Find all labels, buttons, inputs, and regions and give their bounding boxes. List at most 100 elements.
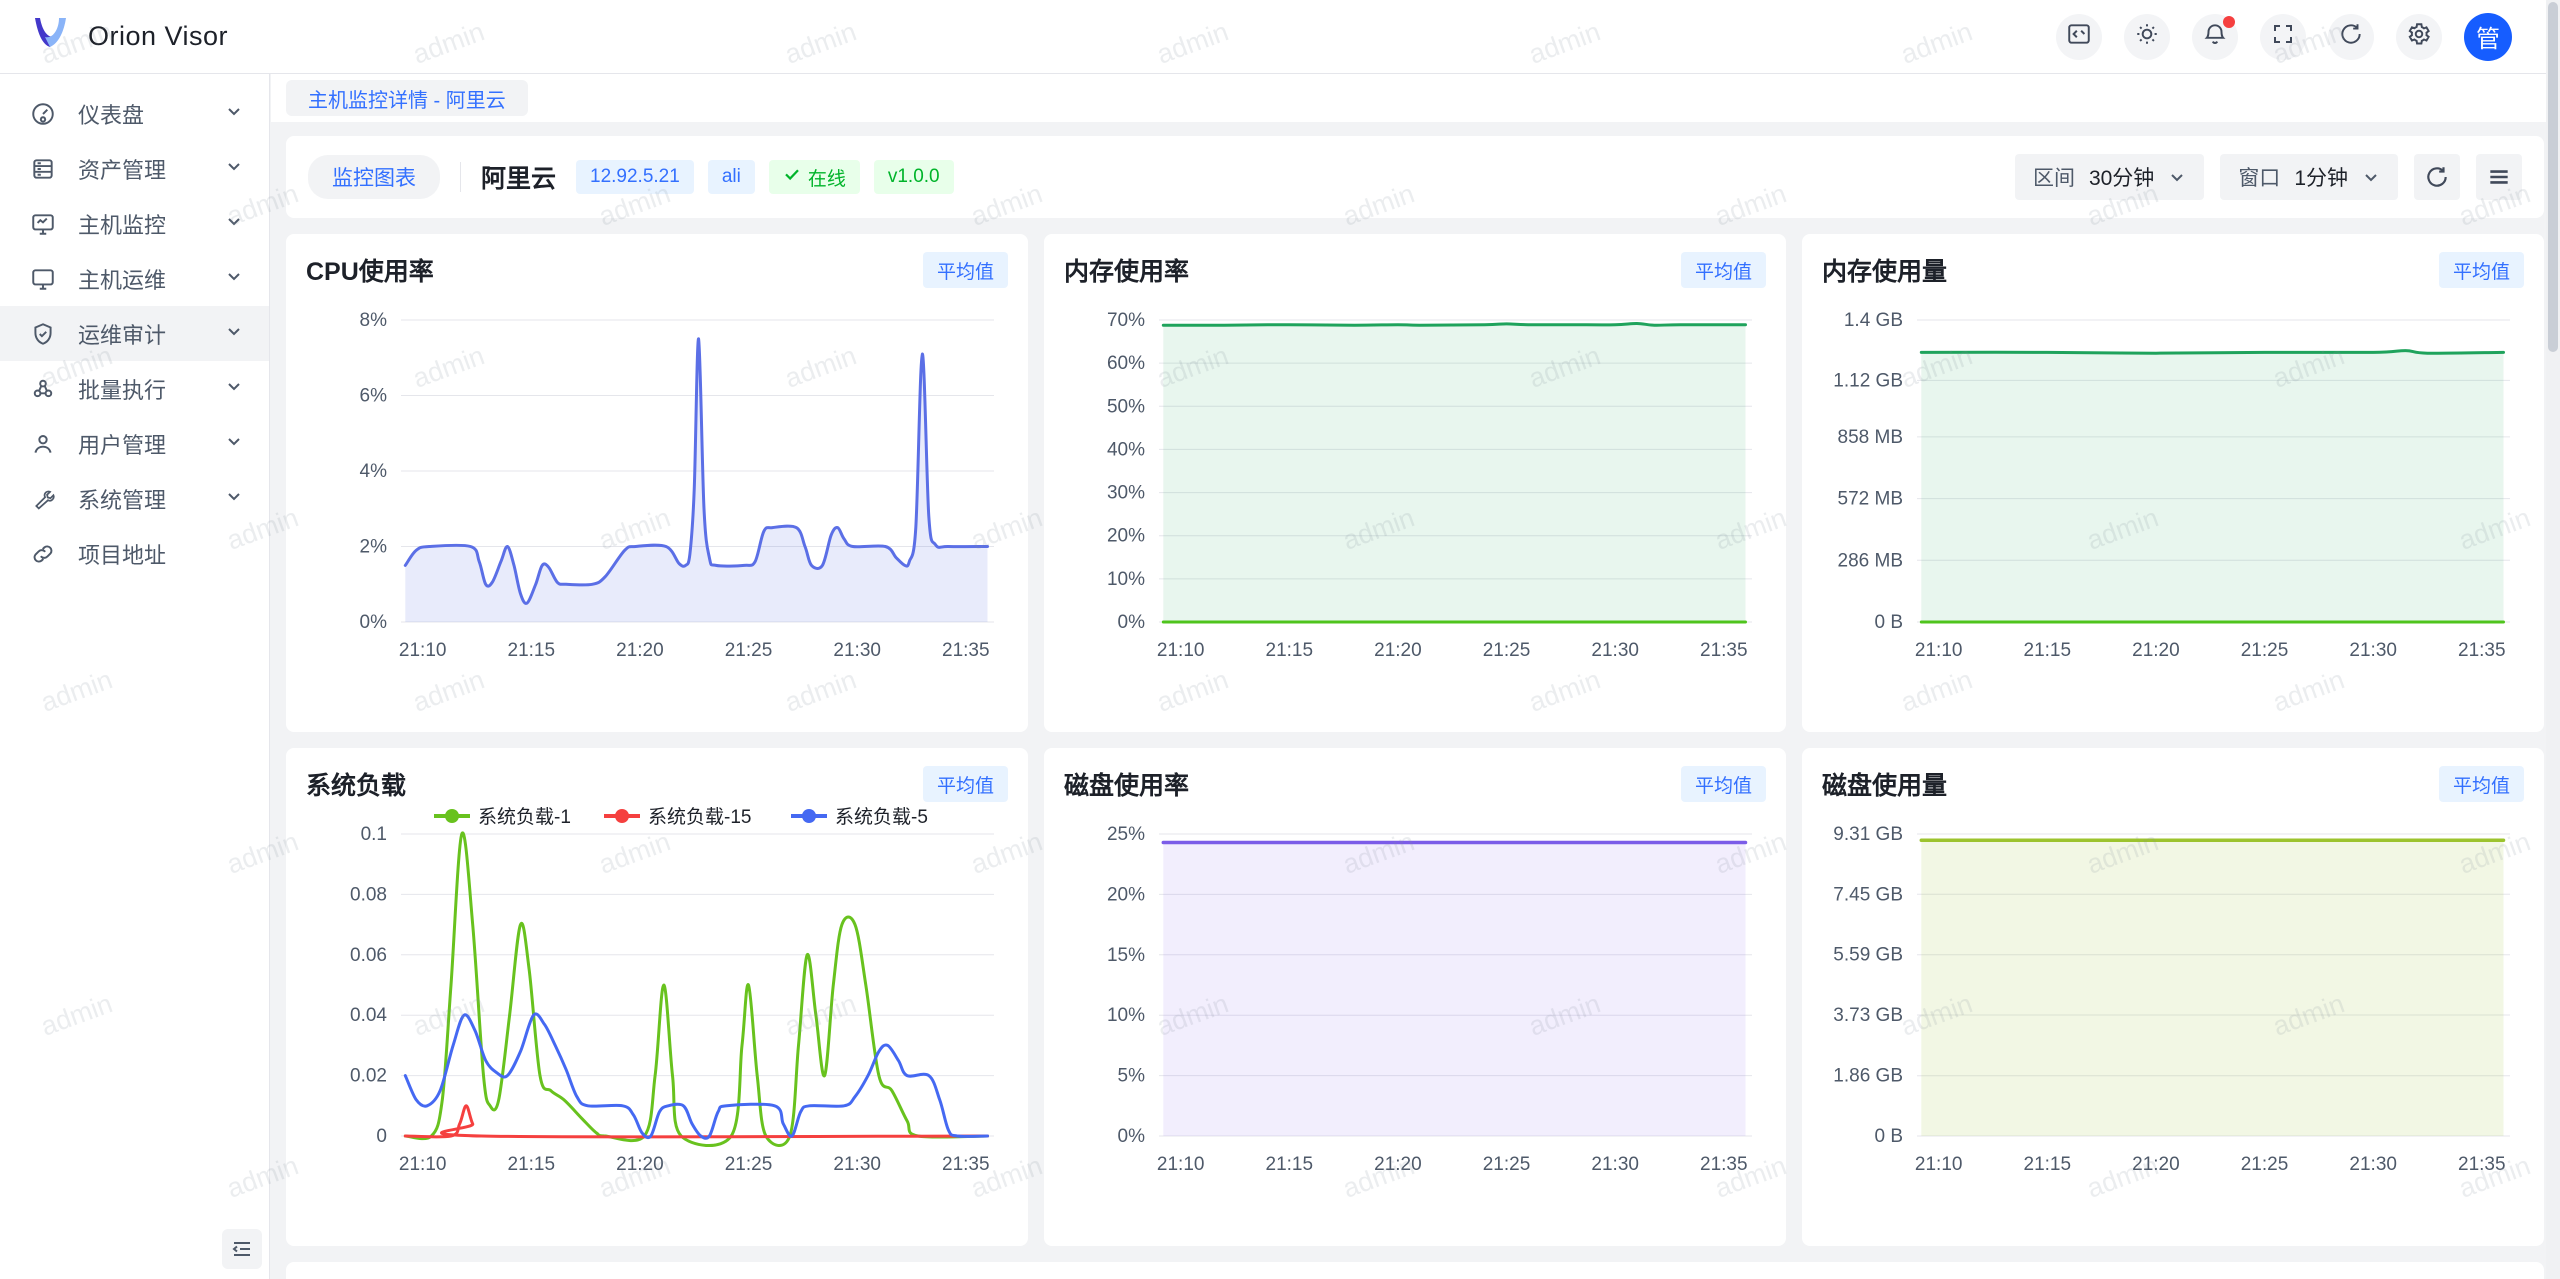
host-tag: 在线 — [769, 160, 860, 194]
svg-text:21:15: 21:15 — [1266, 640, 1314, 661]
notifications-bell-button[interactable] — [2192, 14, 2238, 60]
average-badge[interactable]: 平均值 — [1681, 766, 1766, 802]
svg-text:7.45 GB: 7.45 GB — [1833, 884, 1903, 905]
average-badge[interactable]: 平均值 — [923, 252, 1008, 288]
svg-text:50%: 50% — [1107, 396, 1145, 417]
sidebar-item-资产管理[interactable]: 资产管理 — [0, 141, 269, 196]
sidebar-item-批量执行[interactable]: 批量执行 — [0, 361, 269, 416]
window-select-value: 1分钟 — [2294, 162, 2348, 192]
sidebar-item-主机运维[interactable]: 主机运维 — [0, 251, 269, 306]
tab-monitor-charts[interactable]: 监控图表 — [308, 155, 440, 199]
window-select[interactable]: 窗口 1分钟 — [2220, 154, 2398, 200]
svg-text:21:25: 21:25 — [1483, 640, 1531, 661]
sidebar-item-label: 批量执行 — [78, 373, 225, 405]
sidebar-item-label: 项目地址 — [78, 538, 243, 570]
chart-card-内存使用量: 内存使用量 平均值0 B286 MB572 MB858 MB1.12 GB1.4 … — [1802, 234, 2544, 732]
scrollbar-thumb[interactable] — [2548, 2, 2558, 352]
svg-text:21:25: 21:25 — [1483, 1154, 1531, 1175]
code-button[interactable] — [2056, 14, 2102, 60]
sidebar-item-系统管理[interactable]: 系统管理 — [0, 471, 269, 526]
svg-text:5.59 GB: 5.59 GB — [1833, 945, 1903, 966]
svg-text:21:15: 21:15 — [1266, 1154, 1314, 1175]
chevron-down-icon — [225, 212, 243, 235]
svg-text:21:25: 21:25 — [725, 640, 773, 661]
refresh-charts-button[interactable] — [2414, 154, 2460, 200]
chart-card-内存使用率: 内存使用率平均值0%10%20%30%40%50%60%70%21:1021:1… — [1044, 234, 1786, 732]
settings-gear-button[interactable] — [2396, 14, 2442, 60]
svg-text:21:30: 21:30 — [833, 1154, 881, 1175]
range-select-value: 30分钟 — [2089, 162, 2154, 192]
vertical-scrollbar[interactable] — [2546, 0, 2560, 1279]
svg-text:60%: 60% — [1107, 353, 1145, 374]
chevron-down-icon — [2362, 168, 2380, 186]
sidebar-item-label: 用户管理 — [78, 428, 225, 460]
user-icon — [30, 429, 60, 459]
range-select[interactable]: 区间 30分钟 — [2015, 154, 2204, 200]
svg-text:572 MB: 572 MB — [1838, 489, 1903, 510]
breadcrumb[interactable]: 主机监控详情 - 阿里云 — [286, 80, 528, 116]
chart-plot[interactable]: 00.020.040.060.080.121:1021:1521:2021:25… — [306, 804, 1008, 1202]
svg-text:10%: 10% — [1107, 569, 1145, 590]
svg-text:21:20: 21:20 — [2132, 1154, 2180, 1175]
refresh-icon — [2424, 164, 2450, 190]
chart-title: 磁盘使用量 — [1822, 766, 1947, 802]
next-row-card-stub — [286, 1262, 2544, 1279]
host-tag: ali — [708, 160, 755, 194]
refresh-button[interactable] — [2328, 14, 2374, 60]
svg-text:21:15: 21:15 — [508, 640, 556, 661]
sidebar-item-label: 主机运维 — [78, 263, 225, 295]
svg-text:20%: 20% — [1107, 884, 1145, 905]
legend-item[interactable]: 系统负载-5 — [791, 806, 928, 828]
average-badge[interactable]: 平均值 — [923, 766, 1008, 802]
svg-text:21:35: 21:35 — [942, 1154, 990, 1175]
sidebar: 仪表盘资产管理主机监控主机运维运维审计批量执行用户管理系统管理项目地址 — [0, 74, 270, 1279]
chart-plot[interactable]: 0 B286 MB572 MB858 MB1.12 GB1.4 GB21:102… — [1822, 290, 2524, 688]
dashboard-gauge-icon — [30, 99, 60, 129]
chart-plot[interactable]: 0%2%4%6%8%21:1021:1521:2021:2521:3021:35 — [306, 290, 1008, 688]
sidebar-item-运维审计[interactable]: 运维审计 — [0, 306, 269, 361]
theme-sun-button[interactable] — [2124, 14, 2170, 60]
sidebar-item-仪表盘[interactable]: 仪表盘 — [0, 86, 269, 141]
divider — [460, 162, 461, 192]
host-ops-icon — [30, 264, 60, 294]
average-badge[interactable]: 平均值 — [2439, 766, 2524, 802]
svg-text:21:30: 21:30 — [2349, 1154, 2397, 1175]
svg-text:21:35: 21:35 — [2458, 1154, 2506, 1175]
range-select-label: 区间 — [2033, 162, 2075, 192]
legend-item[interactable]: 系统负载-15 — [604, 806, 751, 828]
chart-plot[interactable]: 0%10%20%30%40%50%60%70%21:1021:1521:2021… — [1064, 290, 1766, 688]
svg-text:21:20: 21:20 — [1374, 1154, 1422, 1175]
sidebar-collapse-button[interactable] — [222, 1229, 262, 1269]
svg-text:21:35: 21:35 — [1700, 640, 1748, 661]
svg-text:70%: 70% — [1107, 310, 1145, 331]
sidebar-item-label: 主机监控 — [78, 208, 225, 240]
app-logo — [28, 13, 74, 60]
average-badge[interactable]: 平均值 — [2439, 252, 2524, 288]
chart-plot[interactable]: 0 B1.86 GB3.73 GB5.59 GB7.45 GB9.31 GB21… — [1822, 804, 2524, 1202]
average-badge[interactable]: 平均值 — [1681, 252, 1766, 288]
user-avatar[interactable]: 管 — [2464, 13, 2512, 61]
chart-title: 内存使用量 — [1822, 252, 1947, 288]
svg-text:21:35: 21:35 — [2458, 640, 2506, 661]
svg-text:8%: 8% — [360, 310, 388, 331]
svg-text:15%: 15% — [1107, 945, 1145, 966]
chart-layout-menu-button[interactable] — [2476, 154, 2522, 200]
sidebar-item-用户管理[interactable]: 用户管理 — [0, 416, 269, 471]
chart-title: 磁盘使用率 — [1064, 766, 1189, 802]
sidebar-item-项目地址[interactable]: 项目地址 — [0, 526, 269, 581]
host-monitor-icon — [30, 209, 60, 239]
svg-text:0.1: 0.1 — [361, 824, 387, 845]
svg-text:10%: 10% — [1107, 1005, 1145, 1026]
fullscreen-button[interactable] — [2260, 14, 2306, 60]
svg-text:0 B: 0 B — [1874, 1126, 1903, 1147]
svg-text:21:30: 21:30 — [1591, 640, 1639, 661]
sidebar-item-主机监控[interactable]: 主机监控 — [0, 196, 269, 251]
svg-text:21:30: 21:30 — [2349, 640, 2397, 661]
svg-text:0.04: 0.04 — [350, 1005, 387, 1026]
svg-text:21:10: 21:10 — [1915, 640, 1963, 661]
chart-card-CPU使用率: CPU使用率平均值0%2%4%6%8%21:1021:1521:2021:252… — [286, 234, 1028, 732]
svg-text:21:35: 21:35 — [942, 640, 990, 661]
chart-plot[interactable]: 0%5%10%15%20%25%21:1021:1521:2021:2521:3… — [1064, 804, 1766, 1202]
svg-text:21:25: 21:25 — [2241, 1154, 2289, 1175]
legend-item[interactable]: 系统负载-1 — [434, 806, 571, 828]
